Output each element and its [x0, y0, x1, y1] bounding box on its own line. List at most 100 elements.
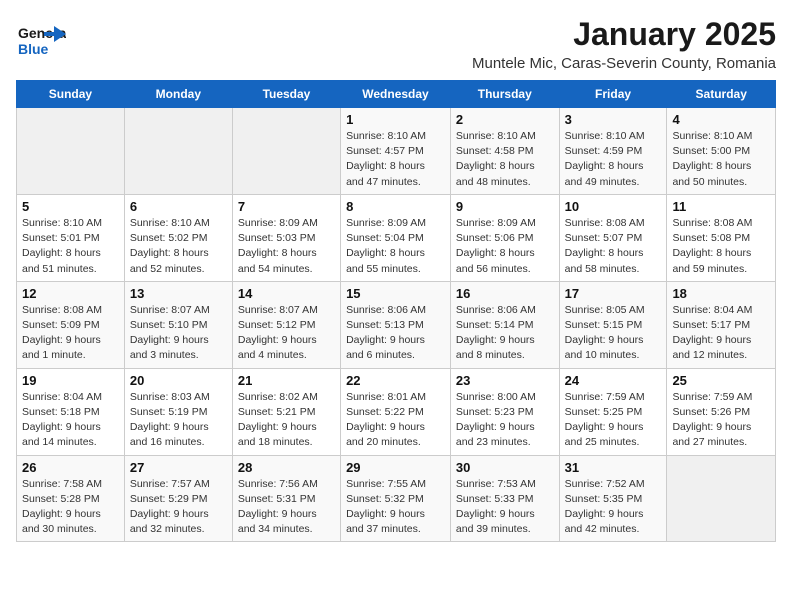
- calendar-cell: 9Sunrise: 8:09 AMSunset: 5:06 PMDaylight…: [450, 194, 559, 281]
- day-number: 10: [565, 199, 662, 214]
- calendar-cell: 17Sunrise: 8:05 AMSunset: 5:15 PMDayligh…: [559, 281, 667, 368]
- calendar-week-4: 19Sunrise: 8:04 AMSunset: 5:18 PMDayligh…: [17, 368, 776, 455]
- day-info: Sunrise: 7:52 AMSunset: 5:35 PMDaylight:…: [565, 477, 662, 538]
- calendar-cell: 19Sunrise: 8:04 AMSunset: 5:18 PMDayligh…: [17, 368, 125, 455]
- day-info: Sunrise: 8:08 AMSunset: 5:08 PMDaylight:…: [672, 216, 770, 277]
- col-header-sunday: Sunday: [17, 81, 125, 108]
- calendar-week-5: 26Sunrise: 7:58 AMSunset: 5:28 PMDayligh…: [17, 455, 776, 542]
- day-info: Sunrise: 8:04 AMSunset: 5:18 PMDaylight:…: [22, 390, 119, 451]
- calendar-cell: 31 Sunrise: 7:52 AMSunset: 5:35 PMDayligh…: [559, 455, 667, 542]
- day-info: Sunrise: 8:10 AMSunset: 4:59 PMDaylight:…: [565, 129, 662, 190]
- day-info: Sunrise: 7:53 AMSunset: 5:33 PMDaylight:…: [456, 477, 554, 538]
- day-number: 16: [456, 286, 554, 301]
- day-info: Sunrise: 8:10 AMSunset: 4:58 PMDaylight:…: [456, 129, 554, 190]
- day-number: 8: [346, 199, 445, 214]
- day-number: 28: [238, 460, 335, 475]
- calendar-cell: 6 Sunrise: 8:10 AMSunset: 5:02 PMDaylight…: [124, 194, 232, 281]
- calendar-cell: 28 Sunrise: 7:56 AMSunset: 5:31 PMDayligh…: [232, 455, 340, 542]
- calendar-cell: 3 Sunrise: 8:10 AMSunset: 4:59 PMDaylight…: [559, 108, 667, 195]
- day-number: 22: [346, 373, 445, 388]
- day-info: Sunrise: 8:09 AMSunset: 5:04 PMDaylight:…: [346, 216, 445, 277]
- calendar-cell: 1 Sunrise: 8:10 AMSunset: 4:57 PMDaylight…: [341, 108, 451, 195]
- day-number: 3: [565, 112, 662, 127]
- calendar-week-2: 5 Sunrise: 8:10 AMSunset: 5:01 PMDaylight…: [17, 194, 776, 281]
- calendar-cell: 26Sunrise: 7:58 AMSunset: 5:28 PMDayligh…: [17, 455, 125, 542]
- calendar-cell: 30 Sunrise: 7:53 AMSunset: 5:33 PMDayligh…: [450, 455, 559, 542]
- day-number: 14: [238, 286, 335, 301]
- day-info: Sunrise: 8:05 AMSunset: 5:15 PMDaylight:…: [565, 303, 662, 364]
- col-header-wednesday: Wednesday: [341, 81, 451, 108]
- col-header-thursday: Thursday: [450, 81, 559, 108]
- col-header-saturday: Saturday: [667, 81, 776, 108]
- day-number: 2: [456, 112, 554, 127]
- day-number: 15: [346, 286, 445, 301]
- day-number: 23: [456, 373, 554, 388]
- day-info: Sunrise: 8:08 AMSunset: 5:07 PMDaylight:…: [565, 216, 662, 277]
- day-info: Sunrise: 8:10 AMSunset: 5:01 PMDaylight:…: [22, 216, 119, 277]
- subtitle: Muntele Mic, Caras-Severin County, Roman…: [472, 55, 776, 72]
- day-info: Sunrise: 8:03 AMSunset: 5:19 PMDaylight:…: [130, 390, 227, 451]
- day-number: 31: [565, 460, 662, 475]
- day-number: 21: [238, 373, 335, 388]
- calendar-cell: 21Sunrise: 8:02 AMSunset: 5:21 PMDayligh…: [232, 368, 340, 455]
- day-number: 7: [238, 199, 335, 214]
- calendar-header-row: SundayMondayTuesdayWednesdayThursdayFrid…: [17, 81, 776, 108]
- day-number: 18: [672, 286, 770, 301]
- calendar-cell: 15Sunrise: 8:06 AMSunset: 5:13 PMDayligh…: [341, 281, 451, 368]
- calendar-cell: 20Sunrise: 8:03 AMSunset: 5:19 PMDayligh…: [124, 368, 232, 455]
- logo: General Blue: [16, 16, 70, 71]
- day-info: Sunrise: 8:06 AMSunset: 5:14 PMDaylight:…: [456, 303, 554, 364]
- day-info: Sunrise: 7:56 AMSunset: 5:31 PMDaylight:…: [238, 477, 335, 538]
- day-info: Sunrise: 7:57 AMSunset: 5:29 PMDaylight:…: [130, 477, 227, 538]
- col-header-friday: Friday: [559, 81, 667, 108]
- day-number: 24: [565, 373, 662, 388]
- col-header-monday: Monday: [124, 81, 232, 108]
- svg-text:Blue: Blue: [18, 41, 49, 57]
- day-number: 11: [672, 199, 770, 214]
- calendar-cell: 18 Sunrise: 8:04 AMSunset: 5:17 PMDayligh…: [667, 281, 776, 368]
- calendar-cell: 7 Sunrise: 8:09 AMSunset: 5:03 PMDaylight…: [232, 194, 340, 281]
- day-number: 5: [22, 199, 119, 214]
- calendar-cell: 4 Sunrise: 8:10 AMSunset: 5:00 PMDaylight…: [667, 108, 776, 195]
- col-header-tuesday: Tuesday: [232, 81, 340, 108]
- calendar-cell: [124, 108, 232, 195]
- calendar-cell: [232, 108, 340, 195]
- calendar-cell: 29 Sunrise: 7:55 AMSunset: 5:32 PMDayligh…: [341, 455, 451, 542]
- calendar-cell: 14Sunrise: 8:07 AMSunset: 5:12 PMDayligh…: [232, 281, 340, 368]
- day-info: Sunrise: 8:04 AMSunset: 5:17 PMDaylight:…: [672, 303, 770, 364]
- day-info: Sunrise: 8:08 AMSunset: 5:09 PMDaylight:…: [22, 303, 119, 364]
- calendar-cell: 27 Sunrise: 7:57 AMSunset: 5:29 PMDayligh…: [124, 455, 232, 542]
- day-number: 1: [346, 112, 445, 127]
- day-info: Sunrise: 8:10 AMSunset: 4:57 PMDaylight:…: [346, 129, 445, 190]
- day-number: 29: [346, 460, 445, 475]
- day-number: 27: [130, 460, 227, 475]
- day-info: Sunrise: 8:10 AMSunset: 5:00 PMDaylight:…: [672, 129, 770, 190]
- calendar-cell: 11 Sunrise: 8:08 AMSunset: 5:08 PMDayligh…: [667, 194, 776, 281]
- day-info: Sunrise: 8:10 AMSunset: 5:02 PMDaylight:…: [130, 216, 227, 277]
- day-number: 6: [130, 199, 227, 214]
- logo-icon: General Blue: [16, 16, 66, 71]
- day-info: Sunrise: 7:59 AMSunset: 5:26 PMDaylight:…: [672, 390, 770, 451]
- calendar-cell: 24Sunrise: 7:59 AMSunset: 5:25 PMDayligh…: [559, 368, 667, 455]
- day-number: 26: [22, 460, 119, 475]
- calendar-cell: 23Sunrise: 8:00 AMSunset: 5:23 PMDayligh…: [450, 368, 559, 455]
- calendar-cell: 8 Sunrise: 8:09 AMSunset: 5:04 PMDaylight…: [341, 194, 451, 281]
- calendar-cell: 13Sunrise: 8:07 AMSunset: 5:10 PMDayligh…: [124, 281, 232, 368]
- day-info: Sunrise: 8:01 AMSunset: 5:22 PMDaylight:…: [346, 390, 445, 451]
- day-info: Sunrise: 8:09 AMSunset: 5:03 PMDaylight:…: [238, 216, 335, 277]
- day-info: Sunrise: 8:09 AMSunset: 5:06 PMDaylight:…: [456, 216, 554, 277]
- calendar-cell: 5 Sunrise: 8:10 AMSunset: 5:01 PMDaylight…: [17, 194, 125, 281]
- day-info: Sunrise: 7:55 AMSunset: 5:32 PMDaylight:…: [346, 477, 445, 538]
- day-number: 12: [22, 286, 119, 301]
- calendar-week-3: 12 Sunrise: 8:08 AMSunset: 5:09 PMDayligh…: [17, 281, 776, 368]
- day-number: 25: [672, 373, 770, 388]
- calendar-table: SundayMondayTuesdayWednesdayThursdayFrid…: [16, 80, 776, 542]
- day-info: Sunrise: 8:07 AMSunset: 5:10 PMDaylight:…: [130, 303, 227, 364]
- calendar-cell: [667, 455, 776, 542]
- day-number: 4: [672, 112, 770, 127]
- calendar-week-1: 1 Sunrise: 8:10 AMSunset: 4:57 PMDaylight…: [17, 108, 776, 195]
- calendar-cell: 12 Sunrise: 8:08 AMSunset: 5:09 PMDayligh…: [17, 281, 125, 368]
- calendar-cell: 22 Sunrise: 8:01 AMSunset: 5:22 PMDayligh…: [341, 368, 451, 455]
- calendar-cell: 10 Sunrise: 8:08 AMSunset: 5:07 PMDayligh…: [559, 194, 667, 281]
- day-number: 30: [456, 460, 554, 475]
